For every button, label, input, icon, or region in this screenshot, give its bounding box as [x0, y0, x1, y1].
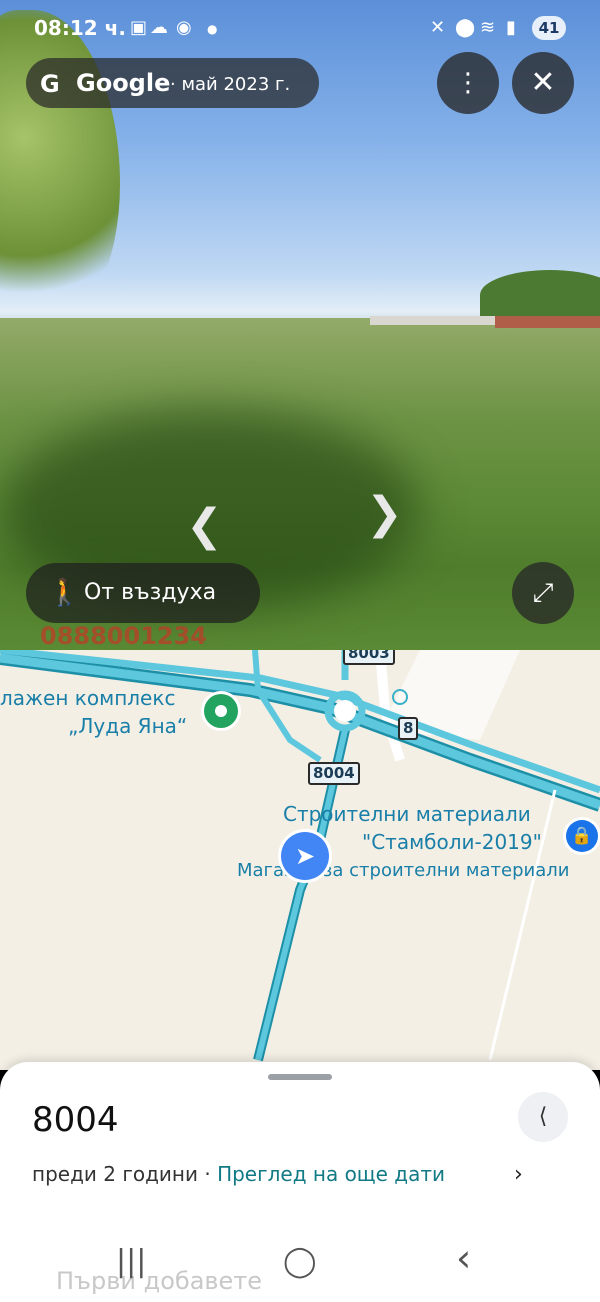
- signal-icon: ▮: [506, 17, 516, 38]
- close-icon: ✕: [530, 65, 556, 100]
- expand-icon: ⤢: [532, 578, 554, 608]
- navigate-right-arrow[interactable]: ❯: [366, 488, 403, 539]
- poi-store-name[interactable]: "Стамболи-2019": [362, 830, 542, 854]
- wifi-icon: ≋: [480, 17, 496, 38]
- place-title: 8004: [32, 1100, 119, 1140]
- imagery-source-pill[interactable]: G Google · май 2023 г.: [26, 58, 319, 108]
- app-icon: ◉: [176, 17, 192, 38]
- pegman-icon: 🚶: [48, 578, 81, 608]
- imagery-age-row: преди 2 години · Преглед на още дати: [32, 1162, 445, 1186]
- chevron-right-icon[interactable]: ›: [514, 1162, 523, 1187]
- battery-indicator: 41: [532, 16, 566, 40]
- back-icon[interactable]: ‹: [456, 1236, 471, 1280]
- aerial-view-label: От въздуха: [84, 580, 217, 605]
- road-shield-8004: 8004: [308, 762, 360, 785]
- poi-resort-name[interactable]: „Луда Яна“: [68, 714, 187, 738]
- more-dates-link[interactable]: Преглед на още дати: [217, 1162, 445, 1186]
- brand-label: Google: [76, 69, 171, 97]
- navigate-left-arrow[interactable]: ❮: [186, 500, 223, 551]
- share-button[interactable]: ⟨: [518, 1092, 568, 1142]
- store-pin-icon[interactable]: 🔒: [566, 820, 598, 852]
- share-icon: ⟨: [538, 1104, 548, 1129]
- sheet-drag-handle[interactable]: [268, 1074, 332, 1080]
- resort-pin-icon[interactable]: [204, 694, 238, 728]
- road-shield-8003: 8003: [343, 650, 395, 665]
- expand-button[interactable]: ⤢: [512, 562, 574, 624]
- cloud-icon: ☁: [150, 17, 168, 38]
- status-bar: 08:12 ч. ▣ ☁ ◉ ● ✕ ⬤ ≋ ▮ 41: [0, 0, 600, 56]
- aerial-view-button[interactable]: 🚶 От въздуха: [26, 563, 260, 623]
- watermark-text: 0888001234: [40, 622, 207, 650]
- location-icon: ⬤: [455, 17, 476, 38]
- current-location-arrow-icon[interactable]: ➤: [281, 832, 329, 880]
- more-options-button[interactable]: ⋮: [437, 52, 499, 114]
- system-navigation-bar: ||| ◯ ‹: [0, 1230, 600, 1299]
- home-icon[interactable]: ◯: [283, 1244, 317, 1279]
- recents-icon[interactable]: |||: [116, 1244, 146, 1279]
- poi-resort-label[interactable]: лажен комплекс: [0, 686, 175, 710]
- distant-red-wall: [495, 316, 600, 328]
- imagery-age: преди 2 години ·: [32, 1162, 218, 1186]
- more-vert-icon: ⋮: [455, 68, 481, 98]
- status-time: 08:12 ч.: [34, 16, 126, 40]
- capture-date: · май 2023 г.: [170, 74, 291, 95]
- mute-icon: ✕: [430, 17, 446, 38]
- poi-store-label[interactable]: Строителни материали: [283, 802, 531, 826]
- treeline: [480, 270, 600, 320]
- close-button[interactable]: ✕: [512, 52, 574, 114]
- small-poi-marker[interactable]: [392, 689, 408, 705]
- google-logo-icon: G: [40, 70, 60, 98]
- road-shield-8: 8: [398, 717, 419, 740]
- notification-icon: ▣: [130, 17, 148, 38]
- dot-icon: ●: [207, 22, 218, 36]
